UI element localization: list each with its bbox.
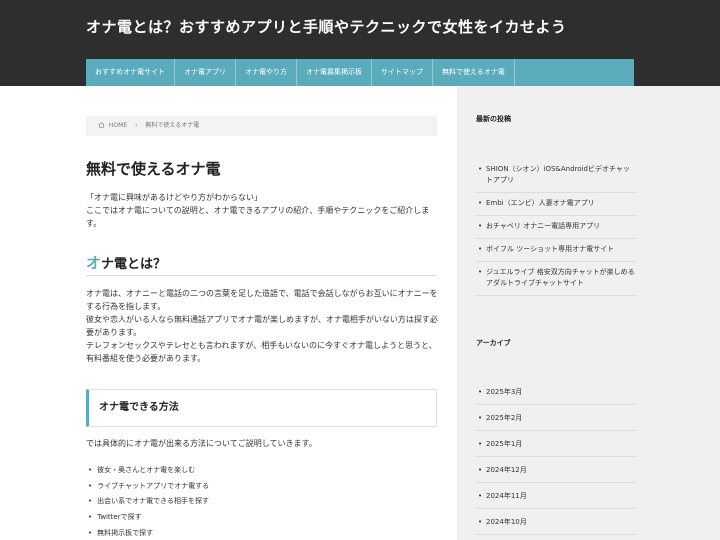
recent-posts-title: 最新の投稿: [476, 115, 511, 123]
section-body: オナ電は、オナニーと電話の二つの言葉を足した造語で、電話で会話しながらお互いにオ…: [86, 287, 438, 365]
nav-item-sitemap[interactable]: サイトマップ: [372, 59, 433, 86]
recent-post-link[interactable]: ジュエルライブ 格安双方向チャットが楽しめるアダルトライブチャットサイト: [476, 262, 636, 296]
archive-link[interactable]: 2024年12月: [476, 457, 636, 483]
nav-item-recommended-sites[interactable]: おすすめオナ電サイト: [86, 59, 175, 86]
body-paragraph: オナ電は、オナニーと電話の二つの言葉を足した造語で、電話で会話しながらお互いにオ…: [86, 289, 438, 311]
recent-post-link[interactable]: おチャベリ オナニー電話専用アプリ: [476, 216, 636, 239]
page-title: 無料で使えるオナ電: [86, 160, 221, 178]
heading-accent-char: オ: [86, 254, 102, 272]
methods-list: 彼女・奥さんとオナ電を楽しむ ライブチャットアプリでオナ電する 出会い系でオナ電…: [88, 464, 209, 540]
site-title[interactable]: オナ電とは？おすすめアプリと手順やテクニックで女性をイカせよう: [86, 16, 567, 37]
list-item: 無料掲示板で探す: [88, 527, 209, 540]
section-heading-what-is: オナ電とは？: [86, 252, 437, 276]
archive-link[interactable]: 2025年1月: [476, 431, 636, 457]
list-item: 彼女・奥さんとオナ電を楽しむ: [88, 464, 209, 480]
intro-line: ここではオナ電についての説明と、オナ電できるアプリの紹介、手順やテクニックをご紹…: [86, 206, 430, 228]
nav-item-how-to[interactable]: オナ電やり方: [236, 59, 297, 86]
nav-item-apps[interactable]: オナ電アプリ: [175, 59, 236, 86]
site-header: オナ電とは？おすすめアプリと手順やテクニックで女性をイカせよう おすすめオナ電サ…: [0, 0, 720, 86]
body-paragraph: 彼女や恋人がいる人なら無料通話アプリでオナ電が楽しめますが、オナ電相手がいない方…: [86, 315, 438, 337]
recent-post-link[interactable]: ボイフル ツーショット専用オナ電サイト: [476, 239, 636, 262]
breadcrumb-home[interactable]: HOME: [109, 122, 127, 129]
home-icon: [98, 122, 105, 128]
list-item: 出会い系でオナ電できる相手を探す: [88, 495, 209, 511]
recent-posts-list: SHION（シオン）iOS&Androidビデオチャットアプリ Embi（エンビ…: [476, 164, 636, 296]
methods-intro: では具体的にオナ電が出来る方法についてご説明していきます。: [86, 439, 317, 448]
heading-rest: ナ電とは？: [101, 257, 167, 272]
archive-link[interactable]: 2024年11月: [476, 483, 636, 509]
breadcrumb-current: 無料で使えるオナ電: [145, 122, 200, 129]
global-nav: おすすめオナ電サイト オナ電アプリ オナ電やり方 オナ電募集掲示板 サイトマップ…: [86, 59, 634, 86]
archive-link[interactable]: 2025年2月: [476, 405, 636, 431]
list-item: ライブチャットアプリでオナ電する: [88, 480, 209, 496]
archive-link[interactable]: 2025年3月: [476, 379, 636, 405]
intro-line: 「オナ電に興味があるけどやり方がわからない」: [86, 193, 262, 202]
recent-post-link[interactable]: Embi（エンビ）人妻オナ電アプリ: [476, 193, 636, 216]
archive-title: アーカイブ: [476, 339, 511, 347]
archive-list: 2025年3月 2025年2月 2025年1月 2024年12月 2024年11…: [476, 379, 636, 535]
list-item: Twitterで探す: [88, 511, 209, 527]
breadcrumb-separator: ›: [135, 122, 138, 129]
section-heading-methods: オナ電できる方法: [86, 389, 437, 427]
nav-item-board[interactable]: オナ電募集掲示板: [297, 59, 372, 86]
archive-link[interactable]: 2024年10月: [476, 509, 636, 535]
breadcrumb: HOME › 無料で使えるオナ電: [86, 116, 437, 136]
intro-text: 「オナ電に興味があるけどやり方がわからない」 ここではオナ電についての説明と、オ…: [86, 191, 438, 230]
body-paragraph: テレフォンセックスやテレセとも言われますが、相手もいないのに今すぐオナ電しようと…: [86, 341, 437, 363]
recent-post-link[interactable]: SHION（シオン）iOS&Androidビデオチャットアプリ: [476, 164, 636, 193]
nav-item-free[interactable]: 無料で使えるオナ電: [433, 59, 515, 86]
